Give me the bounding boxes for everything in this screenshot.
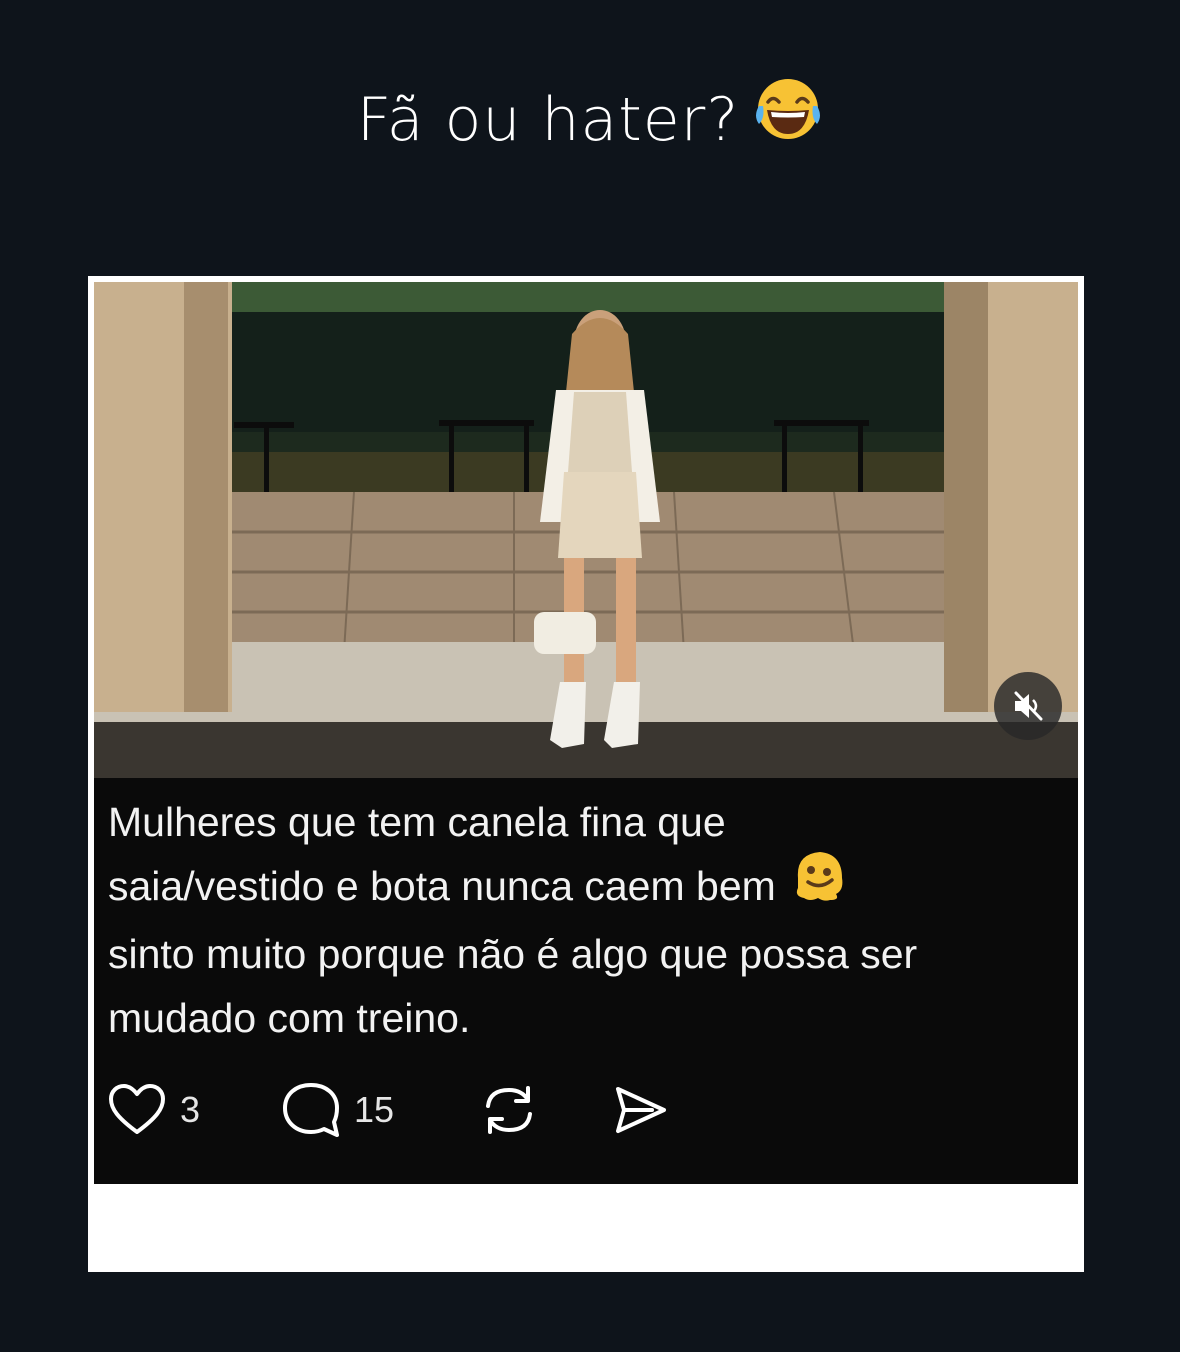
repost-icon [486,1086,532,1134]
post-text-line: Mulheres que tem canela fina que [108,799,726,845]
laughing-crying-emoji-icon [753,76,823,162]
comment-bubble-icon [283,1083,339,1137]
post-text-line: saia/vestido e bota nunca caem bem [108,852,1068,922]
share-button[interactable] [612,1085,668,1135]
post-card[interactable]: Mulheres que tem canela fina que saia/ve… [88,276,1084,1272]
post-video[interactable] [94,282,1078,778]
speaker-muted-icon [1014,691,1043,721]
send-icon [616,1087,666,1133]
repost-button[interactable] [480,1082,612,1138]
post-text-line: sinto muito porque não é algo que possa … [108,931,918,978]
comment-count: 15 [354,1089,395,1130]
melting-face-emoji-icon [790,848,848,922]
post-actions: 3 15 [108,1078,668,1142]
like-count: 3 [180,1089,201,1130]
story-caption-text: Fã ou hater? [356,85,740,155]
mute-button[interactable] [994,672,1062,740]
post-text: Mulheres que tem canela fina que saia/ve… [108,790,1068,1050]
post-text-line-content: saia/vestido e bota nunca caem bem [108,863,776,909]
story-caption: Fã ou hater? [0,78,1180,162]
post-body: Mulheres que tem canela fina que saia/ve… [94,778,1078,1184]
comment-button[interactable]: 15 [282,1082,480,1138]
heart-icon [109,1084,165,1134]
video-frame [94,282,1078,778]
card-footer [94,1184,1078,1266]
post-text-line: mudado com treino. [108,995,471,1042]
like-button[interactable]: 3 [108,1084,282,1136]
